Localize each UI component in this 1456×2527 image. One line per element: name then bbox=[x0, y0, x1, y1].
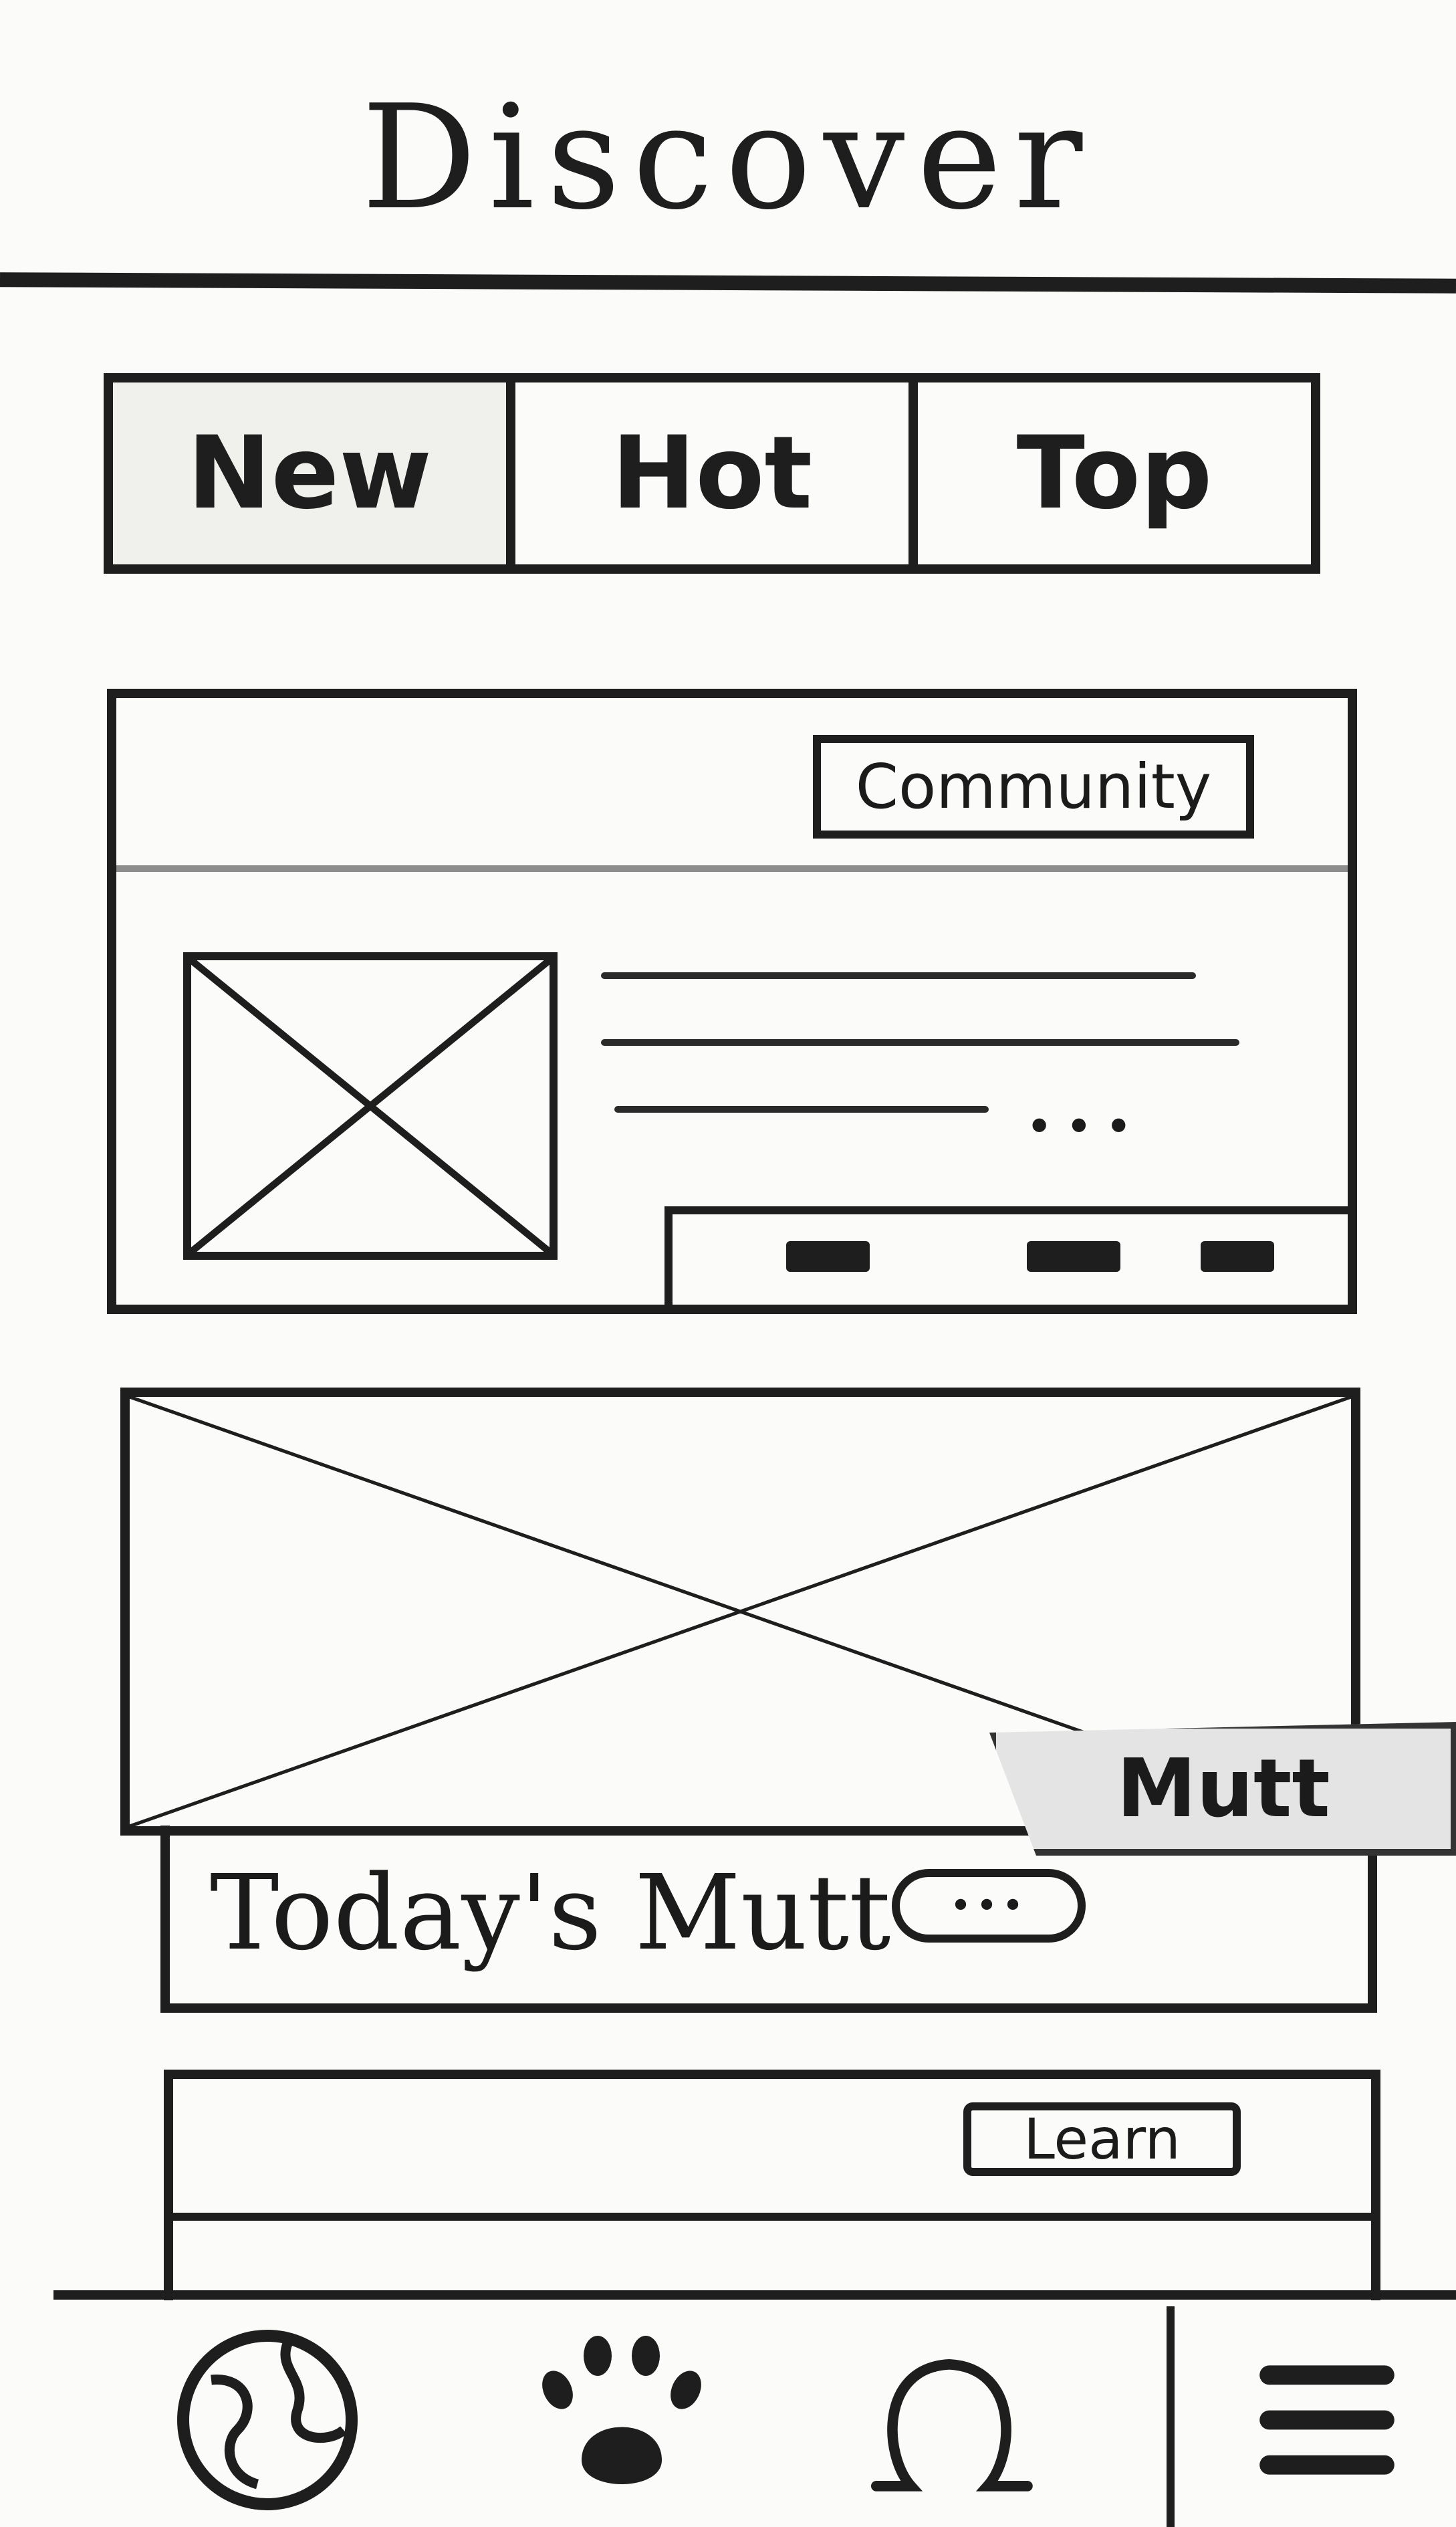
header-divider bbox=[0, 272, 1456, 294]
mutt-tag[interactable]: Mutt bbox=[989, 1722, 1456, 1856]
omega-icon bbox=[871, 2358, 1033, 2492]
image-placeholder bbox=[183, 952, 558, 1260]
nav-menu[interactable] bbox=[1220, 2320, 1434, 2520]
action-button[interactable] bbox=[1201, 1241, 1274, 1272]
text-line bbox=[601, 1039, 1239, 1046]
nav-omega[interactable] bbox=[842, 2320, 1056, 2520]
paw-icon bbox=[542, 2336, 701, 2484]
tab-top[interactable]: Top bbox=[908, 382, 1311, 564]
globe-icon bbox=[177, 2330, 358, 2510]
nav-separator bbox=[1167, 2306, 1175, 2527]
nav-globe[interactable] bbox=[160, 2320, 374, 2520]
tab-new[interactable]: New bbox=[113, 382, 506, 564]
card-divider bbox=[116, 865, 1348, 872]
page-title: Discover bbox=[361, 74, 1095, 241]
bottom-navigation bbox=[53, 2290, 1456, 2527]
action-button[interactable] bbox=[1027, 1241, 1120, 1272]
placeholder-cross-icon bbox=[188, 958, 553, 1254]
tab-hot[interactable]: Hot bbox=[506, 382, 908, 564]
hamburger-menu-icon bbox=[1259, 2365, 1394, 2475]
more-options-dots[interactable]: ••• bbox=[1025, 1099, 1144, 1154]
card-divider bbox=[173, 2213, 1371, 2221]
community-card[interactable]: Community ••• bbox=[107, 689, 1357, 1314]
text-line bbox=[601, 972, 1196, 979]
action-button[interactable] bbox=[786, 1241, 870, 1272]
nav-paw[interactable] bbox=[515, 2320, 729, 2520]
feed-tabs: New Hot Top bbox=[104, 373, 1320, 574]
learn-badge[interactable]: Learn bbox=[963, 2102, 1241, 2176]
community-badge[interactable]: Community bbox=[813, 735, 1254, 839]
learn-card[interactable]: Learn bbox=[164, 2070, 1380, 2300]
card-action-bar bbox=[664, 1206, 1348, 1305]
more-options-button[interactable]: ••• bbox=[892, 1869, 1086, 1943]
mutt-card-title: Today's Mutt bbox=[210, 1852, 891, 1973]
text-line bbox=[614, 1106, 989, 1113]
